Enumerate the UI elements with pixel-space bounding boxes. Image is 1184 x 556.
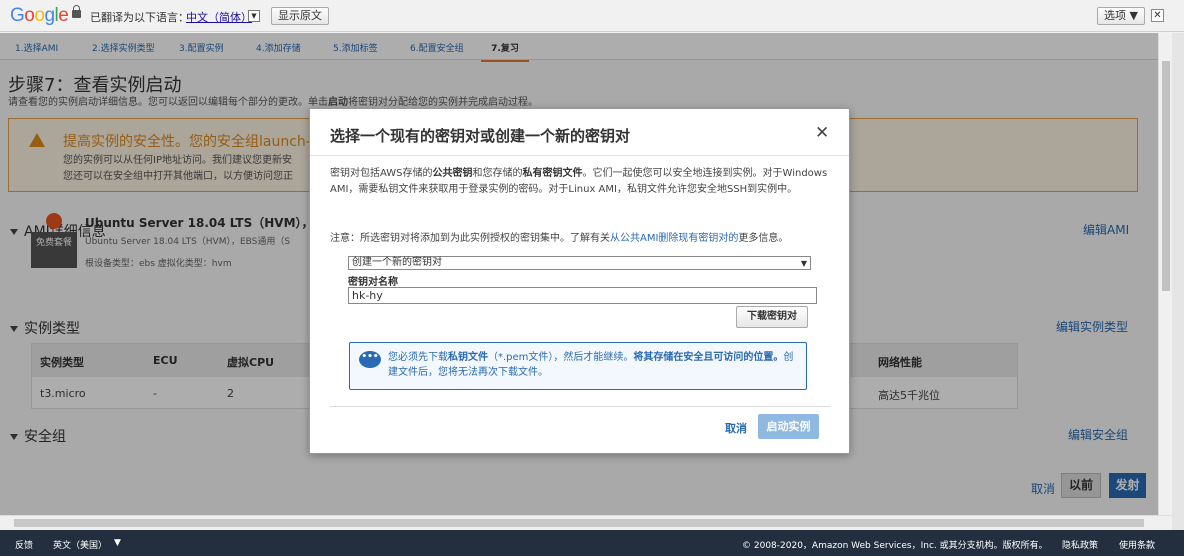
chat-bubble-icon: ••• xyxy=(359,351,381,368)
close-icon[interactable]: ✕ xyxy=(815,123,829,143)
footer: 反馈 英文（美国） ▼ © 2008-2020，Amazon Web Servi… xyxy=(0,530,1184,556)
privacy-link[interactable]: 隐私政策 xyxy=(1062,538,1098,551)
scrollbar-thumb[interactable] xyxy=(14,519,1144,527)
cancel-button[interactable]: 取消 xyxy=(725,420,747,436)
divider xyxy=(330,406,831,407)
dialog-title: 选择一个现有的密钥对或创建一个新的密钥对 xyxy=(330,127,631,145)
language-link[interactable]: 中文（简体） xyxy=(186,9,252,25)
remove-key-pair-link[interactable]: 从公共AMI删除现有密钥对的 xyxy=(610,233,738,244)
dialog-description: 密钥对包括AWS存储的公共密钥和您存储的私有密钥文件。它们一起使您可以安全地连接… xyxy=(330,168,828,195)
chevron-down-icon[interactable]: ▼ xyxy=(248,10,260,22)
divider xyxy=(310,155,849,156)
window-scrollbar[interactable] xyxy=(1172,33,1184,530)
launch-instance-button[interactable]: 启动实例 xyxy=(758,414,819,439)
chevron-down-icon[interactable]: ▼ xyxy=(114,538,121,548)
language-selector[interactable]: 英文（美国） xyxy=(53,538,107,551)
chevron-down-icon: ▼ xyxy=(800,259,807,268)
terms-link[interactable]: 使用条款 xyxy=(1119,538,1155,551)
translated-label: 已翻译为以下语言： xyxy=(90,11,189,24)
download-key-pair-button[interactable]: 下载密钥对 xyxy=(736,306,808,328)
options-button[interactable]: 选项 ▼ xyxy=(1097,7,1145,25)
translate-bar: Google 已翻译为以下语言： 中文（简体） ▼ 显示原文 选项 ▼ ✕ xyxy=(0,0,1184,32)
close-icon[interactable]: ✕ xyxy=(1151,9,1164,22)
horizontal-scrollbar[interactable] xyxy=(0,515,1172,530)
key-pair-name-label: 密钥对名称 xyxy=(348,277,398,288)
key-pair-dialog: 选择一个现有的密钥对或创建一个新的密钥对 ✕ 密钥对包括AWS存储的公共密钥和您… xyxy=(309,108,850,454)
info-box: ••• 您必须先下载私钥文件（*.pem文件），然后才能继续。将其存储在安全且可… xyxy=(349,342,807,390)
key-pair-name-input[interactable]: hk-hy xyxy=(348,287,817,304)
lock-icon xyxy=(72,5,81,18)
key-pair-select[interactable]: 创建一个新的密钥对 ▼ xyxy=(348,256,811,270)
scrollbar-thumb[interactable] xyxy=(1162,61,1170,291)
page-scrollbar[interactable] xyxy=(1158,33,1172,515)
feedback-link[interactable]: 反馈 xyxy=(15,538,33,551)
info-text: 您必须先下载私钥文件（*.pem文件），然后才能继续。将其存储在安全且可访问的位… xyxy=(388,352,794,378)
copyright: © 2008-2020，Amazon Web Services，Inc. 或其分… xyxy=(742,541,1048,551)
google-logo: Google xyxy=(10,5,69,26)
show-original-button[interactable]: 显示原文 xyxy=(271,7,329,25)
dialog-note: 注意：所选密钥对将添加到为此实例授权的密钥集中。了解有关从公共AMI删除现有密钥… xyxy=(330,233,789,244)
